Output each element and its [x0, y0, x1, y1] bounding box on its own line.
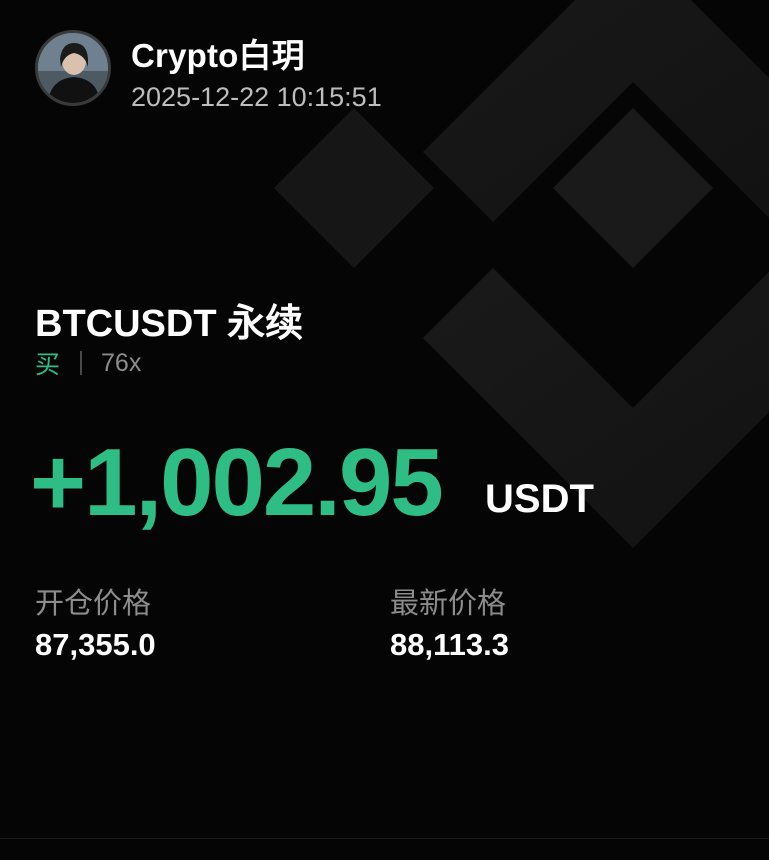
position-side: 买 [35, 351, 61, 379]
pnl-share-card: Crypto白玥 2025-12-22 10:15:51 BTCUSDT 永续 … [0, 0, 769, 860]
entry-price-value: 87,355.0 [35, 627, 156, 662]
leverage: 76x [101, 348, 142, 377]
pnl-unit: USDT [485, 477, 594, 521]
entry-price-label: 开仓价格 [35, 588, 152, 620]
avatar-photo-icon [38, 33, 108, 103]
position-info-row: 买 76x [35, 348, 142, 380]
timestamp: 2025-12-22 10:15:51 [131, 82, 382, 112]
contract-symbol: BTCUSDT 永续 [35, 303, 304, 345]
user-avatar[interactable] [35, 30, 111, 106]
separator [80, 351, 83, 375]
latest-price-value: 88,113.3 [390, 627, 509, 662]
latest-price-label: 最新价格 [390, 588, 507, 620]
username: Crypto白玥 [131, 37, 305, 74]
pnl-value: +1,002.95 [30, 429, 444, 536]
bottom-divider [0, 838, 769, 839]
